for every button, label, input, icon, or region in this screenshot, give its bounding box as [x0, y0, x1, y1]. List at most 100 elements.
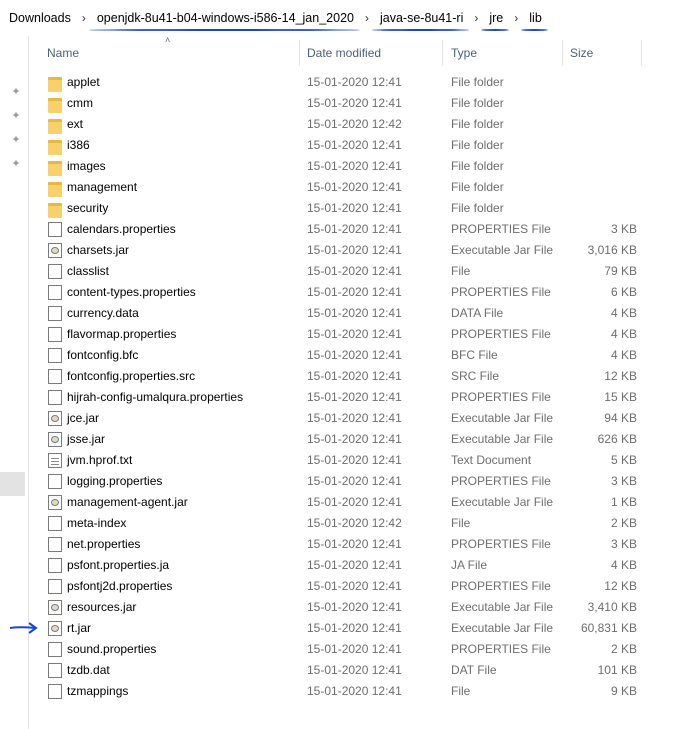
file-row[interactable]: logging.properties 15-01-2020 12:41 PROPER… — [29, 471, 677, 492]
sort-ascending-icon: ˄ — [165, 35, 171, 45]
folder-icon — [48, 77, 62, 92]
file-row[interactable]: psfont.properties.ja 15-01-2020 12:41 JA F… — [29, 555, 677, 576]
file-size: 15 KB — [604, 390, 637, 404]
file-icon — [48, 222, 62, 237]
folder-icon — [48, 98, 62, 113]
file-row[interactable]: security 15-01-2020 12:41 File folder — [29, 198, 677, 219]
file-name: ext — [67, 117, 84, 131]
column-divider[interactable] — [562, 40, 563, 66]
breadcrumb-item-java-se[interactable]: java-se-8u41-ri — [371, 11, 470, 31]
file-row[interactable]: i386 15-01-2020 12:41 File folder — [29, 135, 677, 156]
jar-icon — [48, 432, 62, 447]
file-row[interactable]: images 15-01-2020 12:41 File folder — [29, 156, 677, 177]
file-type: PROPERTIES File — [451, 579, 551, 593]
file-type: DAT File — [451, 663, 497, 677]
file-row[interactable]: jsse.jar 15-01-2020 12:41 Executable Jar F… — [29, 429, 677, 450]
file-size: 79 KB — [604, 264, 637, 278]
file-name: sound.properties — [67, 642, 157, 656]
file-date-modified: 15-01-2020 12:41 — [307, 306, 402, 320]
column-header-name[interactable]: Name — [47, 36, 79, 70]
breadcrumb-item-downloads[interactable]: Downloads — [7, 11, 73, 25]
column-header-date[interactable]: Date modified — [307, 36, 381, 70]
file-row[interactable]: resources.jar 15-01-2020 12:41 Executable … — [29, 597, 677, 618]
file-name: management-agent.jar — [67, 495, 188, 509]
nav-pane-hover-item[interactable] — [0, 472, 25, 496]
file-date-modified: 15-01-2020 12:41 — [307, 327, 402, 341]
file-size: 4 KB — [610, 327, 637, 341]
chevron-right-icon[interactable]: › — [514, 11, 518, 25]
folder-icon — [48, 119, 62, 134]
file-date-modified: 15-01-2020 12:41 — [307, 201, 402, 215]
column-header-row: ˄ Name Date modified Type Size — [29, 35, 677, 70]
file-date-modified: 15-01-2020 12:41 — [307, 264, 402, 278]
column-divider[interactable] — [299, 40, 300, 66]
file-size: 3,016 KB — [587, 243, 637, 257]
file-type: JA File — [451, 558, 488, 572]
file-date-modified: 15-01-2020 12:41 — [307, 684, 402, 698]
file-row[interactable]: content-types.properties 15-01-2020 12:41… — [29, 282, 677, 303]
file-name: jvm.hprof.txt — [67, 453, 133, 467]
column-divider[interactable] — [641, 40, 642, 66]
file-type: File folder — [451, 201, 504, 215]
file-row[interactable]: cmm 15-01-2020 12:41 File folder — [29, 93, 677, 114]
file-row[interactable]: classlist 15-01-2020 12:41 File 79 KB — [29, 261, 677, 282]
file-date-modified: 15-01-2020 12:41 — [307, 537, 402, 551]
column-divider[interactable] — [442, 40, 443, 66]
file-row[interactable]: management-agent.jar 15-01-2020 12:41 Exec… — [29, 492, 677, 513]
file-type: PROPERTIES File — [451, 327, 551, 341]
file-type: PROPERTIES File — [451, 285, 551, 299]
file-row[interactable]: sound.properties 15-01-2020 12:41 PROPERTI… — [29, 639, 677, 660]
file-icon — [48, 390, 62, 405]
file-row[interactable]: rt.jar 15-01-2020 12:41 Executable Jar Fil… — [29, 618, 677, 639]
file-name: calendars.properties — [67, 222, 176, 236]
file-icon — [48, 537, 62, 552]
file-icon — [48, 642, 62, 657]
file-size: 6 KB — [610, 285, 637, 299]
file-name: cmm — [67, 96, 93, 110]
file-row[interactable]: tzmappings 15-01-2020 12:41 File 9 KB — [29, 681, 677, 702]
file-row[interactable]: net.properties 15-01-2020 12:41 PROPERTIES… — [29, 534, 677, 555]
file-name: jsse.jar — [67, 432, 106, 446]
file-row[interactable]: psfontj2d.properties 15-01-2020 12:41 PROP… — [29, 576, 677, 597]
chevron-right-icon[interactable]: › — [474, 11, 478, 25]
column-header-type[interactable]: Type — [451, 36, 477, 70]
breadcrumb-item-jre[interactable]: jre — [481, 11, 510, 31]
file-row[interactable]: currency.data 15-01-2020 12:41 DATA File 4 … — [29, 303, 677, 324]
file-date-modified: 15-01-2020 12:41 — [307, 495, 402, 509]
jar-icon — [48, 495, 62, 510]
file-row[interactable]: flavormap.properties 15-01-2020 12:41 PROP… — [29, 324, 677, 345]
file-row[interactable]: ext 15-01-2020 12:42 File folder — [29, 114, 677, 135]
file-row[interactable]: management 15-01-2020 12:41 File folder — [29, 177, 677, 198]
file-date-modified: 15-01-2020 12:41 — [307, 138, 402, 152]
file-row[interactable]: tzdb.dat 15-01-2020 12:41 DAT File 101 KB — [29, 660, 677, 681]
file-type: BFC File — [451, 348, 498, 362]
file-row[interactable]: calendars.properties 15-01-2020 12:41 PROP… — [29, 219, 677, 240]
file-size: 9 KB — [610, 684, 637, 698]
breadcrumb-item-openjdk[interactable]: openjdk-8u41-b04-windows-i586-14_jan_202… — [88, 11, 361, 31]
file-icon — [48, 663, 62, 678]
file-date-modified: 15-01-2020 12:41 — [307, 96, 402, 110]
file-size: 3 KB — [610, 474, 637, 488]
file-row[interactable]: hijrah-config-umalqura.properties 15-01-2… — [29, 387, 677, 408]
file-name: management — [67, 180, 138, 194]
file-row[interactable]: applet 15-01-2020 12:41 File folder — [29, 72, 677, 93]
jar-icon — [48, 411, 62, 426]
file-row[interactable]: jvm.hprof.txt 15-01-2020 12:41 Text Docume… — [29, 450, 677, 471]
file-name: rt.jar — [67, 621, 91, 635]
file-size: 94 KB — [604, 411, 637, 425]
breadcrumb-item-lib[interactable]: lib — [521, 11, 548, 31]
file-row[interactable]: jce.jar 15-01-2020 12:41 Executable Jar Fi… — [29, 408, 677, 429]
file-type: Executable Jar File — [451, 411, 554, 425]
file-row[interactable]: fontconfig.properties.src 15-01-2020 12:4… — [29, 366, 677, 387]
chevron-right-icon[interactable]: › — [365, 11, 369, 25]
column-header-size[interactable]: Size — [570, 36, 593, 70]
file-row[interactable]: meta-index 15-01-2020 12:42 File 2 KB — [29, 513, 677, 534]
file-type: File folder — [451, 180, 504, 194]
file-row[interactable]: charsets.jar 15-01-2020 12:41 Executable J… — [29, 240, 677, 261]
file-size: 4 KB — [610, 306, 637, 320]
chevron-right-icon[interactable]: › — [82, 11, 86, 25]
file-date-modified: 15-01-2020 12:41 — [307, 579, 402, 593]
file-date-modified: 15-01-2020 12:41 — [307, 558, 402, 572]
file-date-modified: 15-01-2020 12:41 — [307, 180, 402, 194]
file-row[interactable]: fontconfig.bfc 15-01-2020 12:41 BFC File 4 … — [29, 345, 677, 366]
